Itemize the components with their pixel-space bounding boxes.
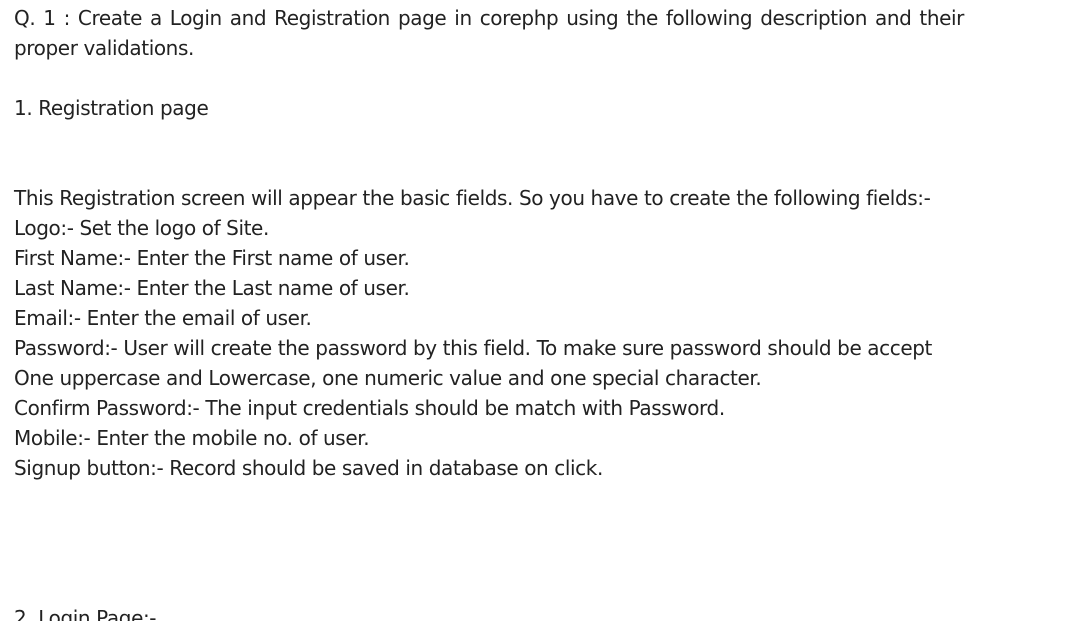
field-signup-button-description: Signup button:- Record should be saved i…: [14, 456, 603, 480]
field-last-name-description: Last Name:- Enter the Last name of user.: [14, 276, 410, 300]
registration-heading: 1. Registration page: [14, 96, 209, 120]
registration-intro: This Registration screen will appear the…: [14, 186, 931, 210]
field-mobile-description: Mobile:- Enter the mobile no. of user.: [14, 426, 370, 450]
field-confirm-password-description: Confirm Password:- The input credentials…: [14, 396, 725, 420]
field-first-name-description: First Name:- Enter the First name of use…: [14, 246, 410, 270]
field-email-description: Email:- Enter the email of user.: [14, 306, 312, 330]
document-body: Q. 1 : Create a Login and Registration p…: [14, 3, 964, 483]
login-heading: 2. Login Page:-: [14, 606, 157, 621]
field-password-description: Password:- User will create the password…: [14, 336, 932, 390]
question-text: Q. 1 : Create a Login and Registration p…: [14, 6, 964, 60]
field-logo-description: Logo:- Set the logo of Site.: [14, 216, 269, 240]
